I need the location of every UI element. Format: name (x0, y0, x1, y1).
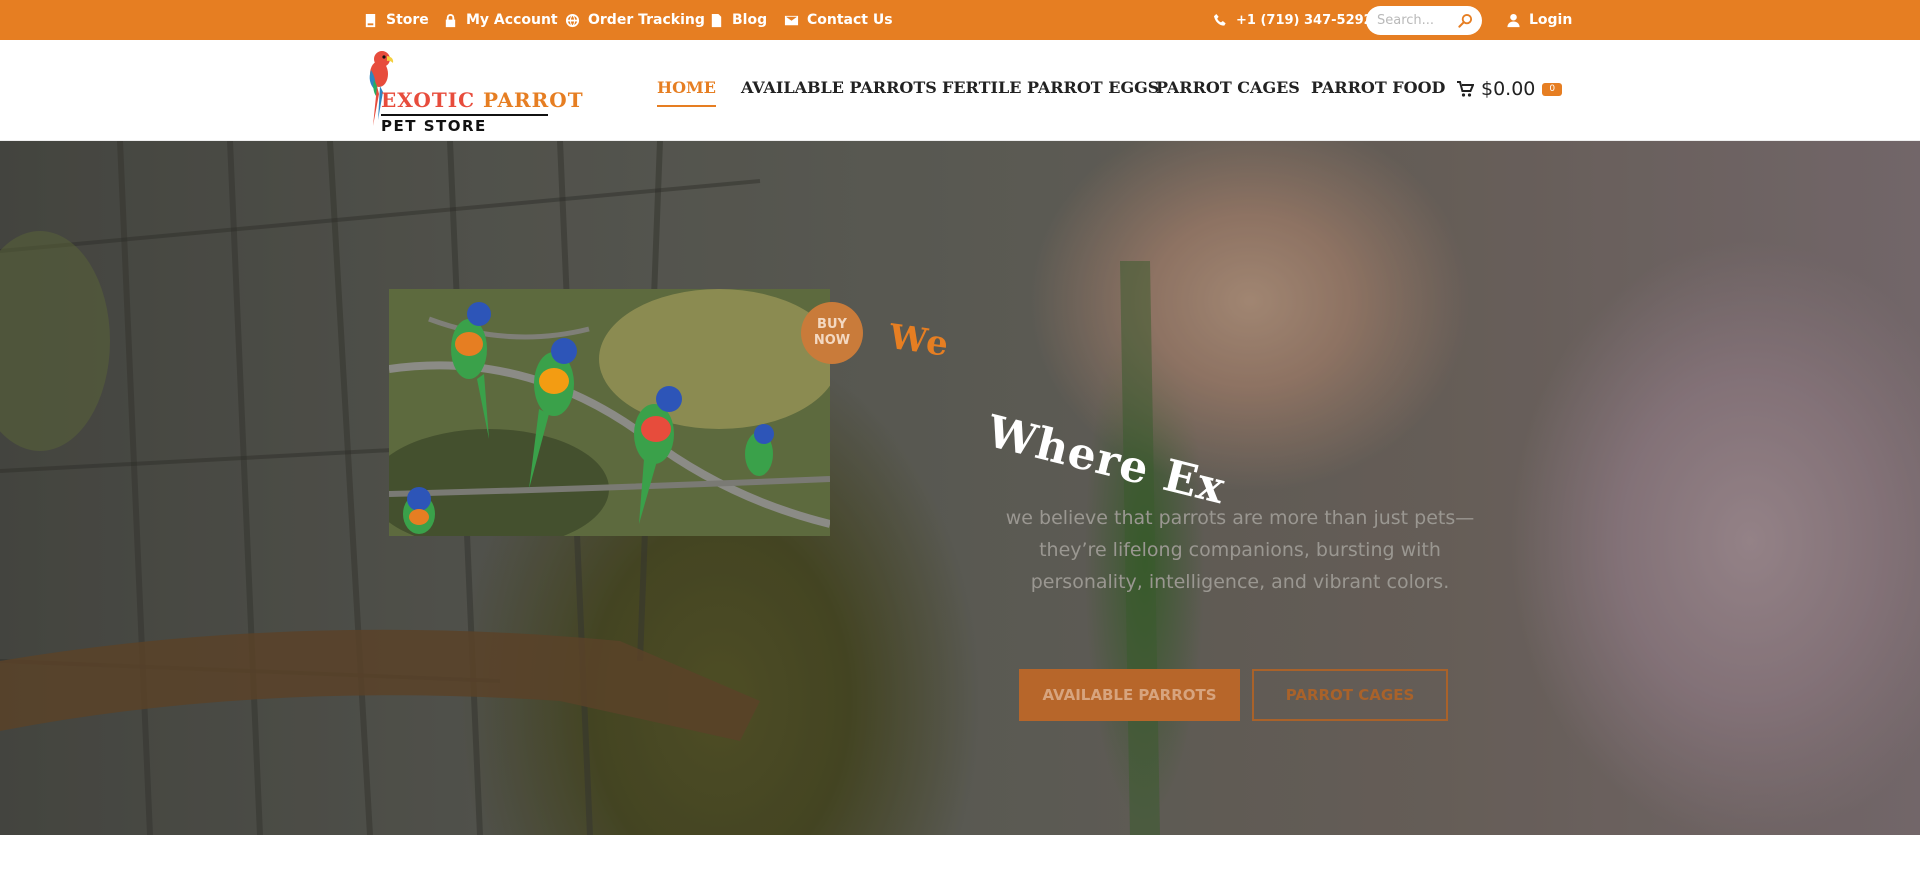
user-icon (1506, 13, 1521, 28)
logo-title-parrot: PARROT (482, 88, 584, 112)
nav-fertile-parrot-eggs[interactable]: FERTILE PARROT EGGS (942, 78, 1159, 102)
topbar-contact-label: Contact Us (807, 12, 893, 28)
nav-home[interactable]: HOME (657, 78, 716, 107)
globe-icon (565, 13, 580, 28)
envelope-icon (784, 13, 799, 28)
topbar-store-label: Store (386, 12, 429, 28)
search-input[interactable] (1377, 11, 1451, 30)
search-icon[interactable] (1458, 13, 1473, 28)
lock-icon (443, 13, 458, 28)
lorikeets-photo (389, 289, 830, 536)
topbar-phone-label: +1 (719) 347-5292 (1236, 12, 1373, 28)
search-box (1366, 6, 1482, 35)
topbar-blog-link[interactable]: Blog (709, 0, 767, 40)
cart-button[interactable]: $0.00 0 (1456, 76, 1563, 102)
cart-amount: $0.00 (1481, 78, 1536, 100)
hero-overlay (0, 141, 1920, 835)
topbar-order-tracking-link[interactable]: Order Tracking (565, 0, 705, 40)
hero-section: BUY NOW We Where Ex we believe that parr… (0, 141, 1920, 835)
buy-now-badge[interactable]: BUY NOW (801, 302, 863, 364)
topbar-phone-link[interactable]: +1 (719) 347-5292 (1213, 0, 1373, 40)
page-content-start (0, 835, 1920, 888)
parrot-cages-button[interactable]: PARROT CAGES (1252, 669, 1448, 721)
nav-available-parrots[interactable]: AVAILABLE PARROTS (741, 78, 937, 102)
nav-parrot-food[interactable]: PARROT FOOD (1311, 78, 1445, 102)
available-parrots-button[interactable]: AVAILABLE PARROTS (1019, 669, 1240, 721)
buy-now-label: BUY NOW (813, 317, 851, 348)
document-icon (709, 13, 724, 28)
nav-parrot-cages[interactable]: PARROT CAGES (1156, 78, 1300, 102)
topbar-my-account-label: My Account (466, 12, 558, 28)
topbar-login-link[interactable]: Login (1506, 0, 1572, 40)
cart-count-badge: 0 (1542, 82, 1563, 96)
cart-icon (1456, 80, 1475, 98)
hero-heading-partial-1: We (886, 316, 953, 366)
hero-description: we believe that parrots are more than ju… (1005, 507, 1475, 593)
logo-title-exotic: EXOTIC (381, 88, 483, 112)
topbar-my-account-link[interactable]: My Account (443, 0, 558, 40)
top-bar: Store My Account Order Tracking Blog Con… (0, 0, 1920, 40)
topbar-order-tracking-label: Order Tracking (588, 12, 705, 28)
topbar-store-link[interactable]: Store (363, 0, 429, 40)
site-logo[interactable]: EXOTIC PARROT PET STORE (365, 50, 583, 135)
logo-title: EXOTIC PARROT (381, 88, 584, 112)
logo-divider (381, 114, 548, 116)
topbar-login-label: Login (1529, 12, 1573, 28)
site-header: EXOTIC PARROT PET STORE HOME AVAILABLE P… (0, 40, 1920, 141)
phone-icon (1213, 13, 1228, 28)
topbar-contact-link[interactable]: Contact Us (784, 0, 893, 40)
topbar-blog-label: Blog (732, 12, 768, 28)
store-icon (363, 13, 378, 28)
logo-subtitle: PET STORE (381, 117, 487, 135)
